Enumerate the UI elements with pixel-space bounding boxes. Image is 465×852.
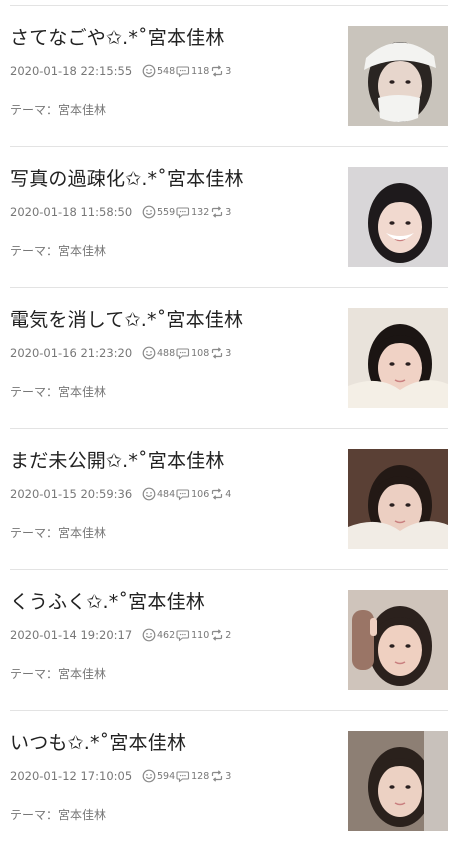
entry-theme: テーマ：宮本佳林: [10, 101, 106, 118]
reblog-count: 3: [225, 770, 232, 782]
reblog-icon[interactable]: [210, 205, 224, 219]
entry-4[interactable]: まだ未公開✩.*˚宮本佳林 2020-01-15 20:59:36 484 10…: [0, 429, 465, 570]
entry-1[interactable]: さてなごや✩.*˚宮本佳林 2020-01-18 22:15:55 548 11…: [0, 6, 465, 147]
comment-icon[interactable]: [176, 769, 190, 783]
entry-thumbnail[interactable]: [348, 308, 448, 408]
comment-count: 106: [191, 488, 210, 500]
entry-title[interactable]: いつも✩.*˚宮本佳林: [10, 731, 186, 755]
entry-5[interactable]: くうふく✩.*˚宮本佳林 2020-01-14 19:20:17 462 110…: [0, 570, 465, 711]
like-count: 559: [157, 206, 176, 218]
theme-link[interactable]: 宮本佳林: [58, 244, 106, 258]
comment-icon[interactable]: [176, 346, 190, 360]
reblog-icon[interactable]: [210, 64, 224, 78]
entry-date: 2020-01-12 17:10:05: [10, 769, 133, 783]
theme-prefix: テーマ：: [10, 244, 59, 258]
entry-title[interactable]: 電気を消して✩.*˚宮本佳林: [10, 308, 243, 332]
reblog-count: 2: [225, 629, 232, 641]
theme-link[interactable]: 宮本佳林: [58, 103, 106, 117]
entry-thumbnail[interactable]: [348, 26, 448, 126]
entry-date: 2020-01-15 20:59:36: [10, 487, 133, 501]
entry-thumbnail[interactable]: [348, 590, 448, 690]
theme-link[interactable]: 宮本佳林: [58, 667, 106, 681]
theme-prefix: テーマ：: [10, 103, 59, 117]
entry-title[interactable]: さてなごや✩.*˚宮本佳林: [10, 26, 225, 50]
entry-date: 2020-01-18 11:58:50: [10, 205, 133, 219]
like-count: 462: [157, 629, 176, 641]
entry-date: 2020-01-14 19:20:17: [10, 628, 133, 642]
entry-meta: 2020-01-18 22:15:55 548 118 3: [10, 63, 232, 79]
reblog-icon[interactable]: [210, 628, 224, 642]
entry-thumbnail[interactable]: [348, 449, 448, 549]
comment-icon[interactable]: [176, 628, 190, 642]
smiley-icon[interactable]: [142, 769, 156, 783]
smiley-icon[interactable]: [142, 487, 156, 501]
comment-icon[interactable]: [176, 64, 190, 78]
like-count: 548: [157, 65, 176, 77]
entry-theme: テーマ：宮本佳林: [10, 524, 106, 541]
theme-link[interactable]: 宮本佳林: [58, 526, 106, 540]
comment-count: 110: [191, 629, 210, 641]
entry-theme: テーマ：宮本佳林: [10, 806, 106, 823]
entry-meta: 2020-01-12 17:10:05 594 128 3: [10, 768, 232, 784]
comment-count: 108: [191, 347, 210, 359]
entry-6[interactable]: いつも✩.*˚宮本佳林 2020-01-12 17:10:05 594 128 …: [0, 711, 465, 852]
reblog-count: 4: [225, 488, 232, 500]
entry-meta: 2020-01-18 11:58:50 559 132 3: [10, 204, 232, 220]
entry-theme: テーマ：宮本佳林: [10, 242, 106, 259]
entry-date: 2020-01-16 21:23:20: [10, 346, 133, 360]
theme-link[interactable]: 宮本佳林: [58, 385, 106, 399]
reblog-count: 3: [225, 347, 232, 359]
entry-2[interactable]: 写真の過疎化✩.*˚宮本佳林 2020-01-18 11:58:50 559 1…: [0, 147, 465, 288]
entry-thumbnail[interactable]: [348, 167, 448, 267]
reblog-count: 3: [225, 206, 232, 218]
smiley-icon[interactable]: [142, 628, 156, 642]
theme-prefix: テーマ：: [10, 667, 59, 681]
entry-meta: 2020-01-15 20:59:36 484 106 4: [10, 486, 232, 502]
entry-meta: 2020-01-16 21:23:20 488 108 3: [10, 345, 232, 361]
comment-icon[interactable]: [176, 205, 190, 219]
theme-prefix: テーマ：: [10, 526, 59, 540]
like-count: 594: [157, 770, 176, 782]
entry-3[interactable]: 電気を消して✩.*˚宮本佳林 2020-01-16 21:23:20 488 1…: [0, 288, 465, 429]
comment-count: 128: [191, 770, 210, 782]
reblog-icon[interactable]: [210, 346, 224, 360]
entry-title[interactable]: くうふく✩.*˚宮本佳林: [10, 590, 205, 614]
like-count: 488: [157, 347, 176, 359]
entry-theme: テーマ：宮本佳林: [10, 383, 106, 400]
reblog-icon[interactable]: [210, 769, 224, 783]
entry-meta: 2020-01-14 19:20:17 462 110 2: [10, 627, 232, 643]
comment-count: 118: [191, 65, 210, 77]
comment-icon[interactable]: [176, 487, 190, 501]
like-count: 484: [157, 488, 176, 500]
theme-prefix: テーマ：: [10, 385, 59, 399]
entry-title[interactable]: まだ未公開✩.*˚宮本佳林: [10, 449, 225, 473]
entry-date: 2020-01-18 22:15:55: [10, 64, 133, 78]
theme-link[interactable]: 宮本佳林: [58, 808, 106, 822]
reblog-icon[interactable]: [210, 487, 224, 501]
reblog-count: 3: [225, 65, 232, 77]
entry-thumbnail[interactable]: [348, 731, 448, 831]
theme-prefix: テーマ：: [10, 808, 59, 822]
comment-count: 132: [191, 206, 210, 218]
smiley-icon[interactable]: [142, 64, 156, 78]
entry-title[interactable]: 写真の過疎化✩.*˚宮本佳林: [10, 167, 244, 191]
smiley-icon[interactable]: [142, 346, 156, 360]
smiley-icon[interactable]: [142, 205, 156, 219]
blog-entry-list: さてなごや✩.*˚宮本佳林 2020-01-18 22:15:55 548 11…: [0, 0, 465, 839]
entry-theme: テーマ：宮本佳林: [10, 665, 106, 682]
